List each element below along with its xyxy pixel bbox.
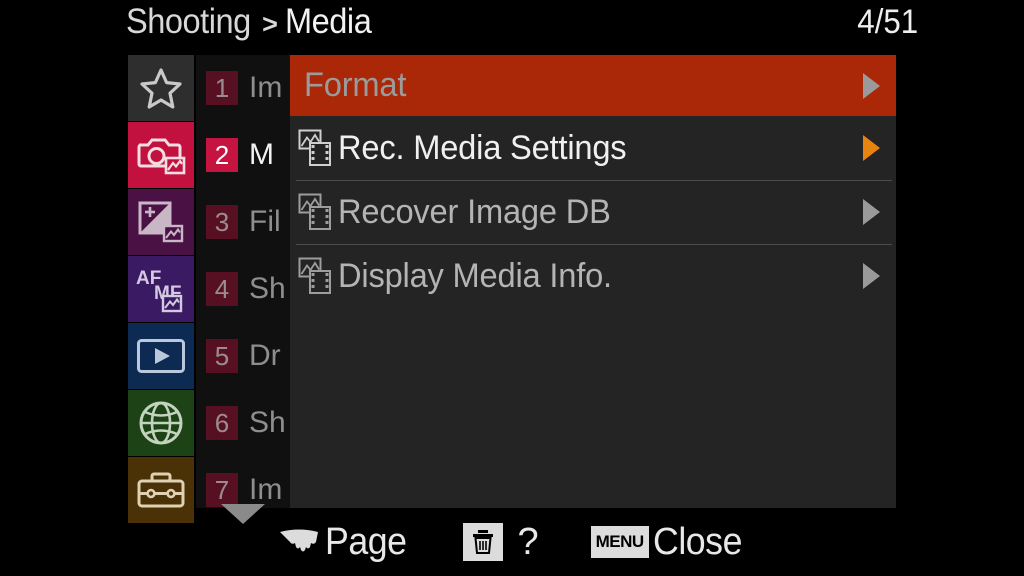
menu-item-label: Recover Image DB	[338, 192, 611, 231]
sidebar-number-column: 1 Im 2 M 3 Fil 4 Sh 5 Dr 6 Sh 7 Im	[196, 55, 290, 508]
menu-panel: Format Rec. Media Settings Recover Image…	[290, 55, 896, 508]
close-label: Close	[652, 520, 742, 563]
chevron-right-icon	[860, 261, 882, 291]
sidebar-number-tab-1[interactable]: 1 Im	[196, 55, 290, 121]
menu-item-label: Rec. Media Settings	[338, 128, 627, 167]
sidebar-tab-favorites[interactable]	[128, 55, 194, 121]
menu-item-rec-media-settings[interactable]: Rec. Media Settings	[290, 116, 896, 180]
exposure-compensation-icon	[136, 199, 186, 245]
photo-movie-media-icon	[298, 129, 338, 167]
sidebar-number-tab-6[interactable]: 6 Sh	[196, 390, 290, 456]
chevron-right-icon	[860, 71, 882, 101]
tab-label: Im	[249, 473, 283, 506]
tab-number-badge: 4	[206, 272, 238, 306]
help-label: ?	[517, 520, 539, 563]
sidebar-tab-playback[interactable]	[128, 323, 194, 389]
page-action[interactable]: Page	[277, 521, 412, 564]
close-action[interactable]: MENU Close	[590, 520, 748, 564]
chevron-right-icon	[860, 197, 882, 227]
camera-menu-screen: Shooting > Media 4/51 AF MF 1 Im 2 M 3 F…	[0, 0, 1024, 576]
tab-label: Fil	[249, 205, 281, 238]
sidebar-tab-focus[interactable]: AF MF	[128, 256, 194, 322]
star-icon	[138, 66, 184, 110]
tab-number-badge: 5	[206, 339, 238, 373]
breadcrumb-current: Media	[284, 2, 372, 41]
sidebar-number-tab-3[interactable]: 3 Fil	[196, 189, 290, 255]
sidebar-number-tab-2[interactable]: 2 M	[196, 122, 290, 188]
af-mf-icon: AF MF	[134, 265, 188, 313]
tab-number-badge: 6	[206, 406, 238, 440]
page-counter: 4/51	[857, 3, 918, 41]
photo-movie-media-icon	[298, 193, 338, 231]
sidebar-number-tab-4[interactable]: 4 Sh	[196, 256, 290, 322]
menu-button-badge: MENU	[590, 526, 649, 558]
control-dial-icon	[277, 526, 321, 559]
breadcrumb-parent: Shooting	[126, 2, 251, 41]
photo-movie-media-icon	[298, 257, 338, 295]
menu-item-label: Display Media Info.	[338, 256, 612, 295]
sidebar-tab-shooting[interactable]	[128, 122, 194, 188]
sidebar-tab-exposure[interactable]	[128, 189, 194, 255]
tab-label: Dr	[249, 339, 281, 372]
breadcrumb-separator-icon: >	[262, 9, 278, 39]
menu-item-display-media-info[interactable]: Display Media Info.	[290, 244, 896, 308]
breadcrumb: Shooting > Media	[126, 2, 378, 42]
toolbox-setup-icon	[136, 470, 186, 510]
menu-item-recover-image-db[interactable]: Recover Image DB	[290, 180, 896, 244]
tab-label: Im	[249, 71, 283, 104]
tab-number-badge: 7	[206, 473, 238, 507]
tab-number-badge: 2	[206, 138, 238, 172]
menu-item-label: Format	[304, 66, 407, 104]
sidebar-number-tab-5[interactable]: 5 Dr	[196, 323, 290, 389]
tab-label: M	[249, 138, 274, 171]
trash-icon	[463, 523, 504, 561]
sidebar-tab-network[interactable]	[128, 390, 194, 456]
header: Shooting > Media 4/51	[0, 0, 1024, 52]
camera-photo-icon	[135, 133, 187, 177]
tab-label: Sh	[249, 272, 286, 305]
sidebar-icon-column: AF MF	[128, 55, 194, 523]
page-label: Page	[324, 520, 407, 563]
help-action[interactable]: ?	[463, 520, 539, 564]
globe-network-icon	[138, 400, 184, 446]
tab-number-badge: 3	[206, 205, 238, 239]
tab-label: Sh	[249, 406, 286, 439]
tab-number-badge: 1	[206, 71, 238, 105]
menu-item-format[interactable]: Format	[290, 55, 896, 116]
chevron-right-icon	[860, 133, 882, 163]
playback-play-icon	[136, 338, 186, 374]
bottom-action-bar: Page ? MENU Close	[0, 508, 1024, 576]
